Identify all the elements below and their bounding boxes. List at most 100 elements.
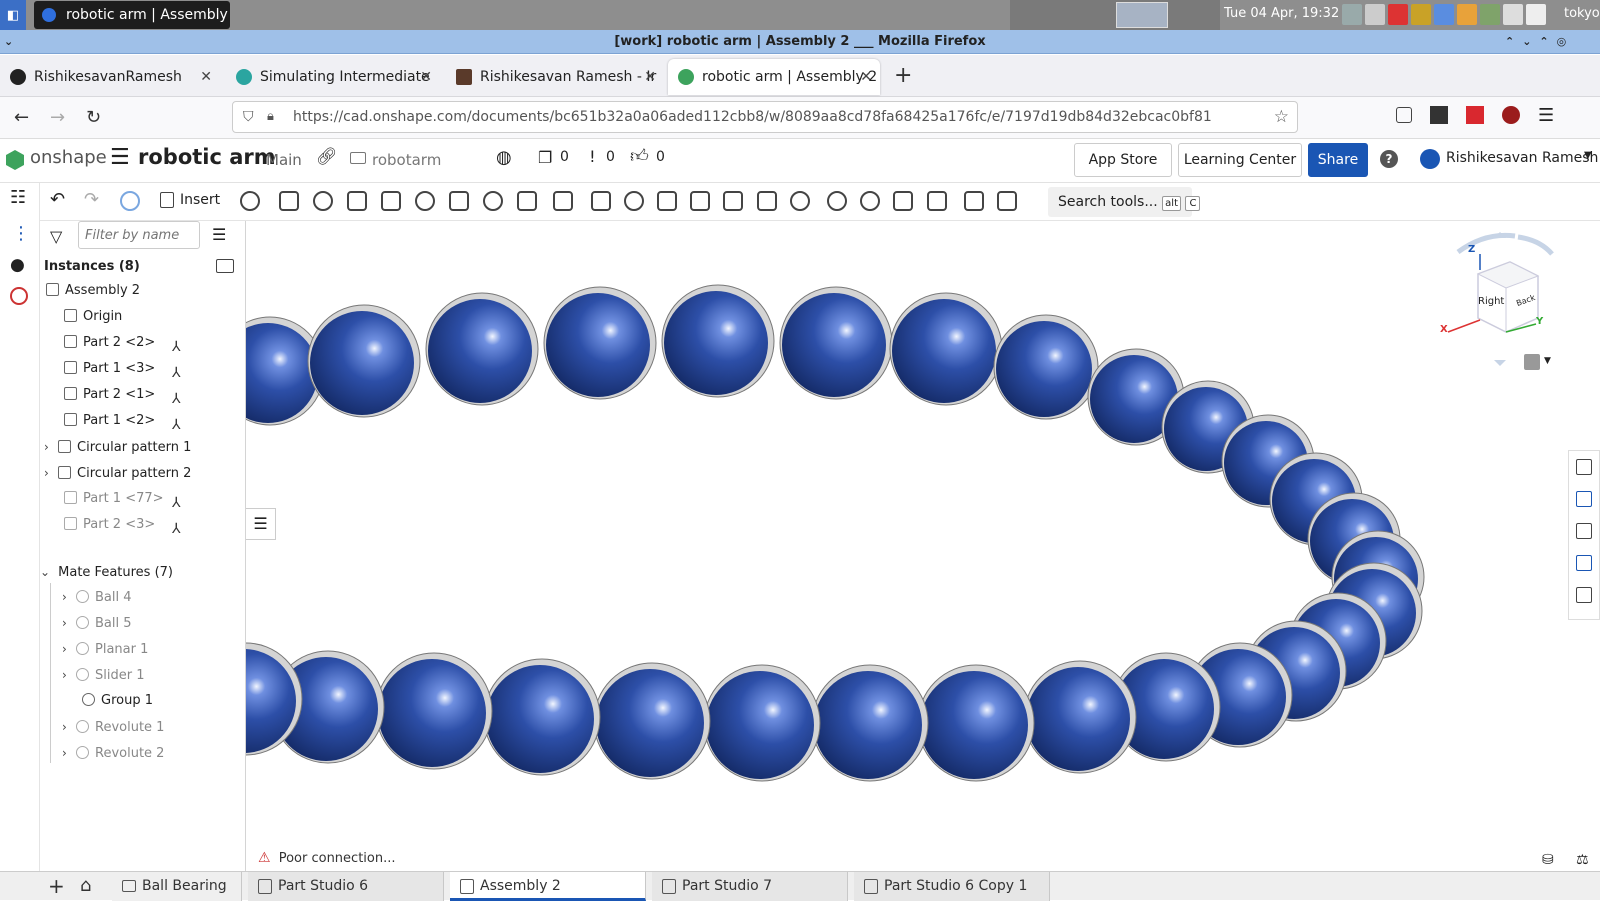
- panel-toggle-icon[interactable]: ☰: [246, 508, 276, 540]
- screw-relation-tool-icon[interactable]: [757, 191, 777, 211]
- graphics-viewport[interactable]: [246, 221, 1556, 871]
- bearing-ball[interactable]: [664, 291, 768, 395]
- network-icon[interactable]: [1365, 4, 1385, 25]
- selenium-extension-icon[interactable]: [1430, 106, 1448, 124]
- url-bar[interactable]: ⛉ 🔒︎ https://cad.onshape.com/documents/b…: [232, 101, 1298, 133]
- window-controls[interactable]: ⌃⌄⌃◎: [1505, 30, 1574, 54]
- chevron-right-icon[interactable]: ›: [62, 741, 76, 765]
- chevron-right-icon[interactable]: ›: [62, 585, 76, 609]
- bearing-ball[interactable]: [310, 311, 414, 415]
- chevron-right-icon[interactable]: ›: [62, 663, 76, 687]
- new-folder-icon[interactable]: [216, 259, 234, 273]
- bearing-ball[interactable]: [996, 321, 1092, 417]
- hamburger-menu-icon[interactable]: ☰: [110, 145, 130, 170]
- chevron-down-icon[interactable]: ⌄: [40, 560, 54, 584]
- pattern-tool-icon[interactable]: [790, 191, 810, 211]
- tangent-mate-tool-icon[interactable]: [553, 191, 573, 211]
- instance-row[interactable]: Part 2 <3> ⅄: [64, 513, 181, 537]
- lock-icon[interactable]: 🔒︎: [267, 102, 274, 132]
- onshape-logo-text[interactable]: onshape: [30, 147, 107, 168]
- explode-tool-icon[interactable]: [964, 191, 984, 211]
- section-view-tool-icon[interactable]: [893, 191, 913, 211]
- mate-connector-tool-icon[interactable]: [279, 191, 299, 211]
- shield-icon[interactable]: ⛉: [243, 102, 254, 132]
- memory-icon[interactable]: [1411, 4, 1431, 25]
- mate-feature-row[interactable]: › Revolute 1: [62, 715, 164, 739]
- pin-slot-mate-tool-icon[interactable]: [449, 191, 469, 211]
- mate-connector-icon[interactable]: ⅄: [172, 335, 181, 359]
- browser-tab-2[interactable]: Simulating Intermediate ✕: [226, 59, 440, 95]
- measure-tool-icon[interactable]: [927, 191, 947, 211]
- assembly-scene[interactable]: [246, 221, 1556, 871]
- bom-icon[interactable]: [10, 287, 28, 305]
- pocket-icon[interactable]: [1396, 107, 1412, 123]
- named-positions-tool-icon[interactable]: [997, 191, 1017, 211]
- bookmark-star-icon[interactable]: ☆: [1274, 102, 1289, 132]
- element-tab-part-studio-6[interactable]: Part Studio 6: [248, 872, 444, 901]
- ball-mate-tool-icon[interactable]: [624, 191, 644, 211]
- filter-icon[interactable]: ▽: [50, 227, 62, 246]
- instance-row[interactable]: Part 1 <3> ⅄: [64, 357, 181, 381]
- learning-center-button[interactable]: Learning Center: [1178, 143, 1302, 177]
- element-tab-part-studio-6-copy-1[interactable]: Part Studio 6 Copy 1: [854, 872, 1050, 901]
- search-tools-input[interactable]: Search tools... alt C: [1048, 187, 1201, 217]
- bearing-ball[interactable]: [428, 299, 532, 403]
- menu-icon[interactable]: ☰: [1538, 105, 1554, 126]
- browser-tab-4[interactable]: robotic arm | Assembly 2 ✕: [668, 59, 880, 95]
- chevron-down-icon[interactable]: ▼: [1544, 356, 1551, 366]
- instance-row[interactable]: Part 2 <1> ⅄: [64, 383, 181, 407]
- mate-feature-row[interactable]: › Slider 1: [62, 663, 144, 687]
- workspace-switcher[interactable]: [1116, 2, 1168, 28]
- cylindrical-mate-tool-icon[interactable]: [415, 191, 435, 211]
- mate-features-header[interactable]: ⌄ Mate Features (7): [40, 560, 173, 584]
- configurations-icon[interactable]: [1576, 523, 1592, 539]
- redo-icon[interactable]: ↷: [84, 189, 99, 210]
- user-name[interactable]: Rishikesavan Ramesh: [1446, 150, 1598, 166]
- share-button[interactable]: Share: [1308, 143, 1368, 177]
- like-icon[interactable]: 👍︎: [630, 145, 649, 167]
- user-avatar[interactable]: [1420, 149, 1440, 169]
- browser-tab-3[interactable]: Rishikesavan Ramesh - Ir ✕: [446, 59, 664, 95]
- bearing-ball[interactable]: [814, 671, 922, 779]
- bearing-ball[interactable]: [706, 671, 814, 779]
- close-tab-icon[interactable]: ✕: [420, 69, 432, 85]
- bearing-ball[interactable]: [378, 659, 486, 767]
- parallel-mate-tool-icon[interactable]: [517, 191, 537, 211]
- element-tab-assembly-2[interactable]: Assembly 2: [450, 872, 646, 901]
- instance-row[interactable]: Origin: [64, 305, 122, 329]
- chevron-right-icon[interactable]: ›: [44, 461, 58, 485]
- undo-icon[interactable]: ↶: [50, 189, 65, 210]
- mate-values-icon[interactable]: ⋮: [12, 223, 30, 244]
- mate-feature-row[interactable]: › Planar 1: [62, 637, 148, 661]
- gear-icon[interactable]: [860, 191, 880, 211]
- units-icon[interactable]: ⚖︎: [1576, 852, 1589, 868]
- bearing-ball[interactable]: [1026, 667, 1130, 771]
- chevron-right-icon[interactable]: ›: [62, 637, 76, 661]
- gear-relation-tool-icon[interactable]: [690, 191, 710, 211]
- display-icon[interactable]: [1503, 4, 1523, 25]
- fastened-mate-tool-icon[interactable]: [313, 191, 333, 211]
- width-mate-tool-icon[interactable]: [657, 191, 677, 211]
- reload-assembly-icon[interactable]: [120, 191, 140, 211]
- insert-button[interactable]: Insert: [180, 192, 220, 208]
- clock[interactable]: Tue 04 Apr, 19:32: [1224, 6, 1339, 21]
- bearing-ball[interactable]: [892, 299, 996, 403]
- add-element-button[interactable]: +: [48, 874, 65, 898]
- close-tab-icon[interactable]: ✕: [200, 69, 212, 85]
- instance-row[interactable]: Part 1 <77> ⅄: [64, 487, 181, 511]
- help-icon[interactable]: ?: [1380, 150, 1398, 168]
- browser-tab-1[interactable]: RishikesavanRamesh ✕: [0, 59, 220, 95]
- properties-icon[interactable]: [1576, 459, 1592, 475]
- battery-icon[interactable]: [1480, 4, 1500, 25]
- document-title[interactable]: robotic arm: [138, 145, 276, 169]
- taskbar-window-button[interactable]: robotic arm | Assembly ...: [34, 1, 230, 29]
- globe-icon[interactable]: ◍: [496, 147, 512, 168]
- appearance-icon[interactable]: [1576, 491, 1592, 507]
- display-states-icon[interactable]: ⛁: [1542, 852, 1554, 868]
- branch-name[interactable]: Main: [266, 151, 302, 169]
- view-options-icon[interactable]: [1524, 354, 1540, 370]
- element-tab-part-studio-7[interactable]: Part Studio 7: [652, 872, 848, 901]
- revolute-mate-tool-icon[interactable]: [347, 191, 367, 211]
- group-tool-icon[interactable]: [591, 191, 611, 211]
- replicate-tool-icon[interactable]: [240, 191, 260, 211]
